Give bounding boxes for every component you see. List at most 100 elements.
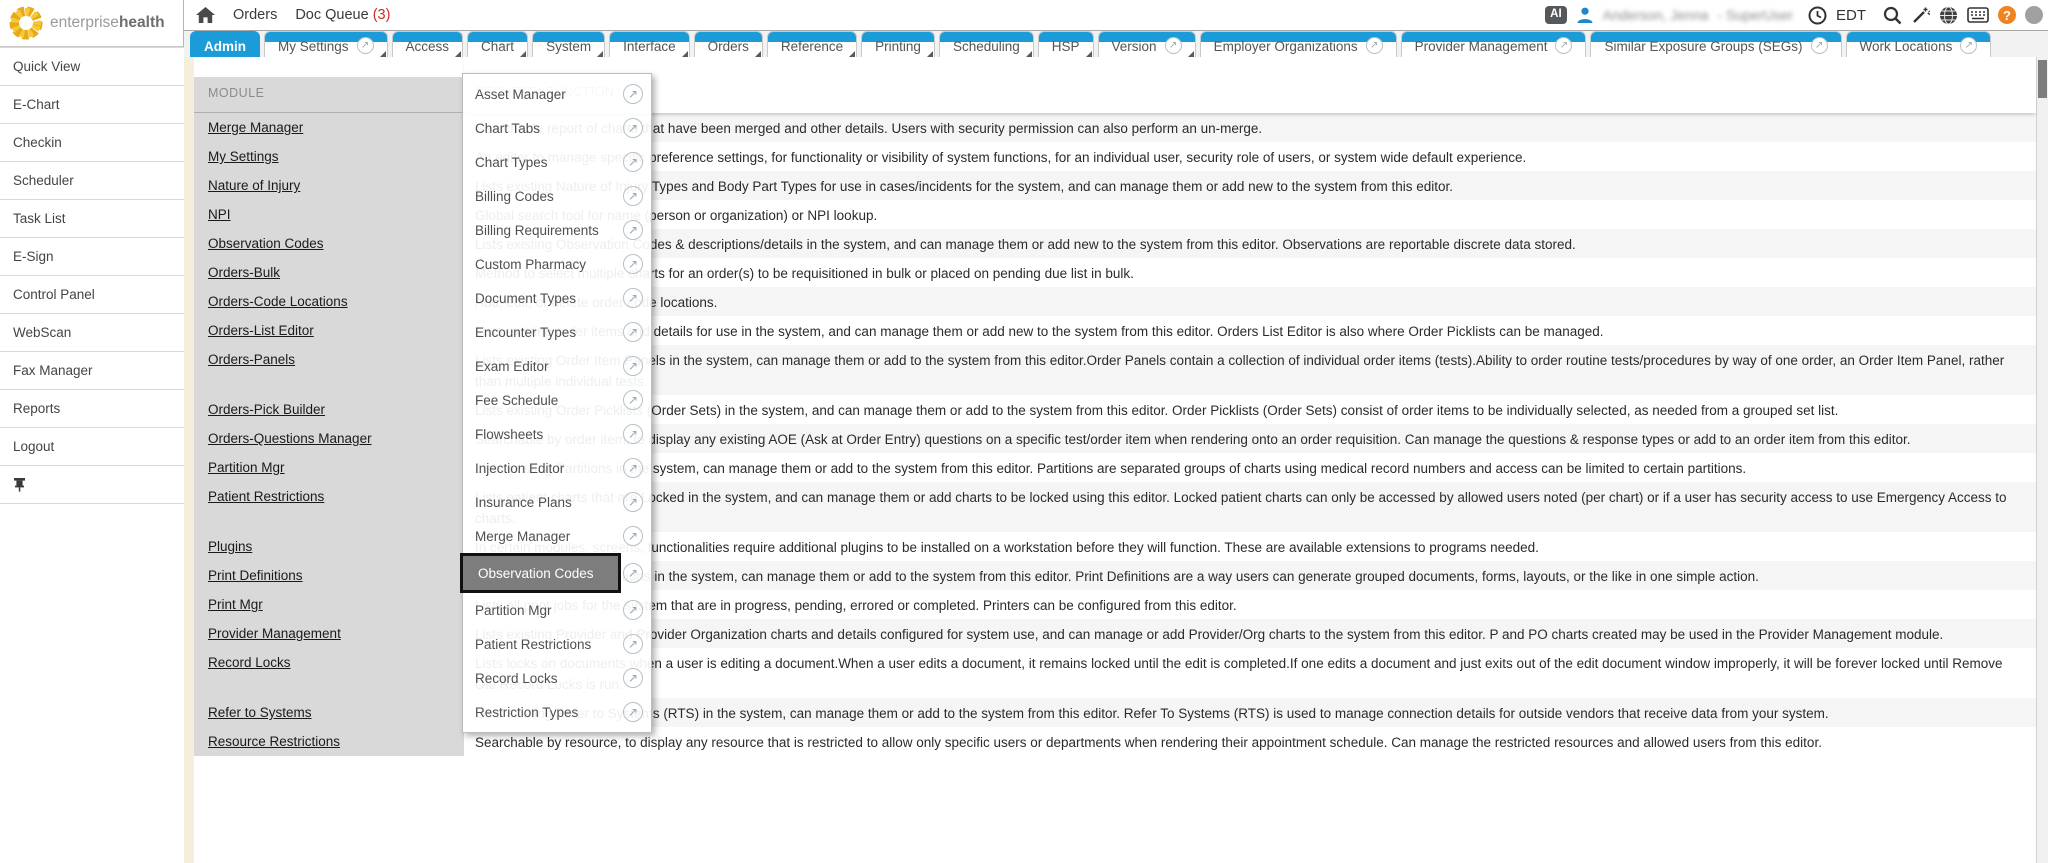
magic-wand-icon[interactable] bbox=[1911, 6, 1930, 25]
external-link-icon[interactable]: ↗ bbox=[623, 458, 643, 478]
sidebar-item-fax-manager[interactable]: Fax Manager bbox=[0, 352, 184, 390]
external-link-icon[interactable]: ↗ bbox=[623, 492, 643, 512]
menu-item-billing-codes[interactable]: Billing Codes↗ bbox=[463, 179, 651, 213]
sidebar-item-webscan[interactable]: WebScan bbox=[0, 314, 184, 352]
home-icon[interactable] bbox=[196, 7, 215, 24]
menu-item-flowsheets[interactable]: Flowsheets↗ bbox=[463, 417, 651, 451]
module-link-orders-code-locations[interactable]: Orders-Code Locations bbox=[208, 294, 348, 309]
module-link-plugins[interactable]: Plugins bbox=[208, 539, 252, 554]
external-link-icon[interactable]: ↗ bbox=[623, 668, 643, 688]
menu-item-document-types[interactable]: Document Types↗ bbox=[463, 281, 651, 315]
module-link-orders-bulk[interactable]: Orders-Bulk bbox=[208, 265, 280, 280]
menu-item-patient-restrictions[interactable]: Patient Restrictions↗ bbox=[463, 627, 651, 661]
sidebar-item-checkin[interactable]: Checkin bbox=[0, 124, 184, 162]
tab-similar-exposure-groups-segs[interactable]: Similar Exposure Groups (SEGs)↗ bbox=[1590, 31, 1841, 57]
external-link-icon[interactable]: ↗ bbox=[623, 356, 643, 376]
menu-item-merge-manager[interactable]: Merge Manager↗ bbox=[463, 519, 651, 553]
module-link-provider-management[interactable]: Provider Management bbox=[208, 626, 341, 641]
breadcrumb-doc-queue[interactable]: Doc Queue (3) bbox=[295, 7, 390, 23]
menu-item-insurance-plans[interactable]: Insurance Plans↗ bbox=[463, 485, 651, 519]
external-link-icon[interactable]: ↗ bbox=[623, 390, 643, 410]
tab-system[interactable]: System bbox=[532, 31, 605, 57]
menu-item-custom-pharmacy[interactable]: Custom Pharmacy↗ bbox=[463, 247, 651, 281]
sidebar-item-scheduler[interactable]: Scheduler bbox=[0, 162, 184, 200]
sidebar-pin-row[interactable] bbox=[0, 466, 184, 504]
sidebar-item-task-list[interactable]: Task List bbox=[0, 200, 184, 238]
external-link-icon[interactable]: ↗ bbox=[623, 84, 643, 104]
external-link-icon[interactable]: ↗ bbox=[1366, 37, 1383, 54]
external-link-icon[interactable]: ↗ bbox=[623, 322, 643, 342]
module-link-merge-manager[interactable]: Merge Manager bbox=[208, 120, 303, 135]
tab-hsp[interactable]: HSP bbox=[1038, 31, 1094, 57]
menu-item-asset-manager[interactable]: Asset Manager↗ bbox=[463, 77, 651, 111]
module-link-orders-list-editor[interactable]: Orders-List Editor bbox=[208, 323, 314, 338]
external-link-icon[interactable]: ↗ bbox=[1811, 37, 1828, 54]
external-link-icon[interactable]: ↗ bbox=[357, 37, 374, 54]
search-icon[interactable] bbox=[1883, 6, 1902, 25]
external-link-icon[interactable]: ↗ bbox=[623, 288, 643, 308]
vertical-scrollbar[interactable] bbox=[2036, 57, 2048, 863]
user-icon[interactable] bbox=[1576, 6, 1594, 24]
external-link-icon[interactable]: ↗ bbox=[1555, 37, 1572, 54]
menu-item-chart-tabs[interactable]: Chart Tabs↗ bbox=[463, 111, 651, 145]
external-link-icon[interactable]: ↗ bbox=[623, 526, 643, 546]
menu-item-restriction-types[interactable]: Restriction Types↗ bbox=[463, 695, 651, 729]
tab-interface[interactable]: Interface bbox=[609, 31, 690, 57]
module-link-partition-mgr[interactable]: Partition Mgr bbox=[208, 460, 285, 475]
breadcrumb-orders[interactable]: Orders bbox=[233, 7, 277, 23]
external-link-icon[interactable]: ↗ bbox=[623, 424, 643, 444]
module-link-nature-of-injury[interactable]: Nature of Injury bbox=[208, 178, 300, 193]
sidebar-item-quick-view[interactable]: Quick View bbox=[0, 48, 184, 86]
sidebar-item-e-chart[interactable]: E-Chart bbox=[0, 86, 184, 124]
tab-version[interactable]: Version↗ bbox=[1098, 31, 1196, 57]
sidebar-item-reports[interactable]: Reports bbox=[0, 390, 184, 428]
tab-orders[interactable]: Orders bbox=[694, 31, 763, 57]
module-link-record-locks[interactable]: Record Locks bbox=[208, 655, 291, 670]
menu-item-billing-requirements[interactable]: Billing Requirements↗ bbox=[463, 213, 651, 247]
sidebar-item-control-panel[interactable]: Control Panel bbox=[0, 276, 184, 314]
globe-icon[interactable] bbox=[1939, 6, 1958, 25]
sidebar-item-logout[interactable]: Logout bbox=[0, 428, 184, 466]
external-link-icon[interactable]: ↗ bbox=[623, 634, 643, 654]
external-link-icon[interactable]: ↗ bbox=[623, 186, 643, 206]
tab-scheduling[interactable]: Scheduling bbox=[939, 31, 1034, 57]
module-link-orders-pick-builder[interactable]: Orders-Pick Builder bbox=[208, 402, 325, 417]
tab-admin[interactable]: Admin bbox=[190, 31, 260, 57]
module-link-patient-restrictions[interactable]: Patient Restrictions bbox=[208, 489, 324, 504]
tab-chart[interactable]: Chart bbox=[467, 31, 528, 57]
tab-reference[interactable]: Reference bbox=[767, 31, 857, 57]
menu-item-partition-mgr[interactable]: Partition Mgr↗ bbox=[463, 593, 651, 627]
menu-item-chart-types[interactable]: Chart Types↗ bbox=[463, 145, 651, 179]
module-link-print-mgr[interactable]: Print Mgr bbox=[208, 597, 263, 612]
menu-item-encounter-types[interactable]: Encounter Types↗ bbox=[463, 315, 651, 349]
help-icon[interactable]: ? bbox=[1998, 6, 2016, 24]
external-link-icon[interactable]: ↗ bbox=[623, 118, 643, 138]
external-link-icon[interactable]: ↗ bbox=[623, 702, 643, 722]
keyboard-icon[interactable] bbox=[1967, 7, 1989, 23]
tab-access[interactable]: Access bbox=[392, 31, 464, 57]
module-link-print-definitions[interactable]: Print Definitions bbox=[208, 568, 303, 583]
module-link-resource-restrictions[interactable]: Resource Restrictions bbox=[208, 734, 340, 749]
menu-item-record-locks[interactable]: Record Locks↗ bbox=[463, 661, 651, 695]
external-link-icon[interactable]: ↗ bbox=[623, 220, 643, 240]
module-link-npi[interactable]: NPI bbox=[208, 207, 231, 222]
external-link-icon[interactable]: ↗ bbox=[623, 254, 643, 274]
tab-printing[interactable]: Printing bbox=[861, 31, 935, 57]
tab-my-settings[interactable]: My Settings↗ bbox=[264, 31, 388, 57]
module-link-refer-to-systems[interactable]: Refer to Systems bbox=[208, 705, 312, 720]
external-link-icon[interactable]: ↗ bbox=[623, 152, 643, 172]
module-link-orders-questions-manager[interactable]: Orders-Questions Manager bbox=[208, 431, 372, 446]
menu-item-observation-codes[interactable]: Observation Codes↗ bbox=[463, 553, 651, 593]
external-link-icon[interactable]: ↗ bbox=[1165, 37, 1182, 54]
module-link-observation-codes[interactable]: Observation Codes bbox=[208, 236, 324, 251]
pin-icon[interactable] bbox=[13, 477, 26, 492]
tab-provider-management[interactable]: Provider Management↗ bbox=[1401, 31, 1587, 57]
external-link-icon[interactable]: ↗ bbox=[1960, 37, 1977, 54]
menu-item-exam-editor[interactable]: Exam Editor↗ bbox=[463, 349, 651, 383]
scrollbar-thumb[interactable] bbox=[2038, 60, 2047, 98]
tab-work-locations[interactable]: Work Locations↗ bbox=[1846, 31, 1992, 57]
external-link-icon[interactable]: ↗ bbox=[623, 563, 643, 583]
external-link-icon[interactable]: ↗ bbox=[623, 600, 643, 620]
tab-employer-organizations[interactable]: Employer Organizations↗ bbox=[1200, 31, 1397, 57]
module-link-orders-panels[interactable]: Orders-Panels bbox=[208, 352, 295, 367]
